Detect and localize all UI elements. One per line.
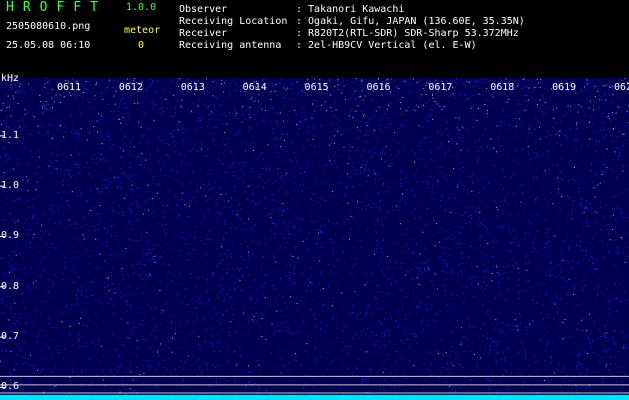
x-tick-label: 0611 (57, 82, 82, 93)
x-tick-label: 0613 (180, 82, 205, 93)
x-tick-label: 0616 (366, 82, 391, 93)
info-label-location: Receiving Location (179, 16, 288, 27)
y-axis-unit-label: kHz (1, 73, 20, 84)
info-value-location: : Ogaki, Gifu, JAPAN (136.60E, 35.35N) (296, 16, 525, 27)
x-tick-label: 0614 (242, 82, 267, 93)
info-label-antenna: Receiving antenna (179, 40, 282, 51)
info-label-receiver: Receiver (179, 28, 228, 39)
y-tick-label: 0.8 (1, 280, 20, 292)
spectrogram-canvas (0, 78, 629, 400)
app-version: 1.0.0 (126, 2, 157, 13)
header-panel: HROFFT 1.0.0 2505080610.png meteor 25.05… (0, 0, 629, 78)
y-tick-label: 0.7 (1, 331, 20, 343)
info-value-antenna: : 2el-HB9CV Vertical (el. E-W) (296, 40, 477, 51)
x-tick-label: 0618 (490, 82, 515, 93)
y-tick-label: 1.1 (1, 129, 20, 141)
baseline-strip (0, 395, 629, 400)
info-label-observer: Observer (179, 4, 228, 15)
y-tick-label: 0.6 (1, 381, 20, 393)
info-value-observer: : Takanori Kawachi (296, 4, 405, 15)
x-tick-label: 0617 (428, 82, 453, 93)
meteor-count: 0 (138, 40, 145, 51)
y-tick-label: 0.9 (1, 230, 20, 242)
app-title: HROFFT (6, 0, 107, 15)
spectrogram-plot (0, 78, 629, 400)
info-value-receiver: : R820T2(RTL-SDR) SDR-Sharp 53.372MHz (296, 28, 519, 39)
x-tick-label: 0612 (118, 82, 143, 93)
y-tick-label: 1.0 (1, 180, 20, 192)
x-tick-label: 0619 (552, 82, 577, 93)
x-tick-label: 0615 (304, 82, 329, 93)
meteor-label: meteor (124, 25, 161, 36)
spectrogram-background (0, 78, 629, 400)
x-tick-label: 0620 (614, 82, 629, 93)
datetime: 25.05.08 06:10 (6, 40, 91, 51)
file-name: 2505080610.png (6, 21, 91, 32)
